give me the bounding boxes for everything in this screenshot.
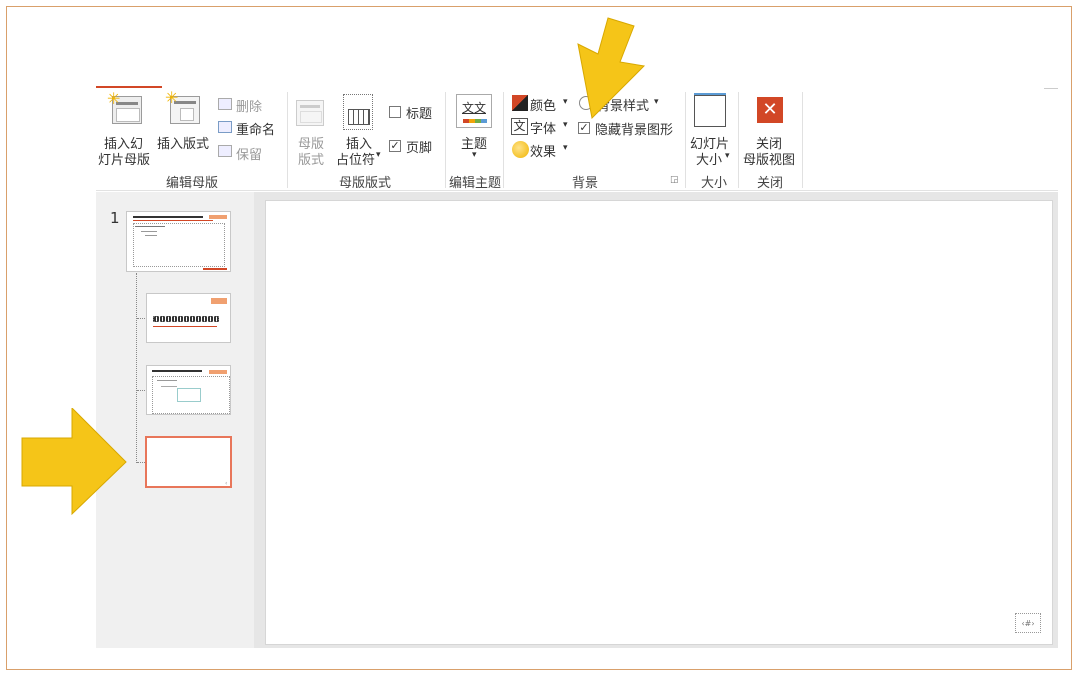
insert-placeholder-dropdown-icon: ▾ — [376, 150, 381, 160]
theme-icon-text: 文文 — [461, 101, 486, 115]
slide-size-dropdown-icon: ▾ — [725, 151, 730, 161]
preserve-label: 保留 — [236, 148, 263, 163]
insert-slide-master-label-2: 灯片母版 — [98, 153, 151, 168]
group-label-close: 关闭 — [756, 176, 783, 191]
master-layout-label-2: 版式 — [298, 153, 325, 168]
arrow-down-annotation — [577, 17, 646, 120]
ribbon-collapse-line — [1044, 88, 1058, 89]
effects-icon — [512, 141, 529, 158]
layout-thumbnail-1[interactable] — [146, 293, 231, 343]
layout-thumbnail-3-selected[interactable]: ‹ — [145, 436, 232, 488]
insert-layout-icon: ✳ — [165, 88, 200, 124]
fonts-icon: 文 — [511, 118, 528, 135]
group-label-master-layout: 母版版式 — [338, 176, 391, 191]
rename-icon — [218, 121, 232, 133]
delete-label: 删除 — [236, 100, 263, 115]
slide-master-thumbnail[interactable] — [126, 211, 231, 272]
active-tab-indicator — [96, 86, 162, 88]
footer-checkbox-box[interactable]: ✓ — [389, 140, 401, 152]
group-separator — [445, 92, 446, 188]
insert-placeholder-label-2: 占位符 — [336, 153, 376, 168]
slide-size-icon — [694, 93, 726, 127]
insert-slide-master-icon: ✳ — [107, 89, 142, 124]
title-checkbox-label: 标题 — [406, 107, 433, 122]
arrow-right-annotation — [21, 408, 127, 516]
tree-connector — [137, 318, 145, 319]
rename-label: 重命名 — [236, 123, 276, 138]
group-separator — [503, 92, 504, 188]
theme-icon: 文文 — [456, 94, 492, 128]
thumbnail-tree-line — [136, 273, 137, 463]
slide-number: 1 — [110, 209, 120, 227]
insert-placeholder-icon — [343, 94, 373, 130]
group-label-background: 背景 — [571, 176, 598, 191]
group-label-size: 大小 — [700, 176, 727, 191]
group-label-edit-theme: 编辑主题 — [448, 176, 501, 191]
group-separator — [802, 92, 803, 188]
delete-icon — [218, 98, 232, 110]
slide-number-placeholder[interactable]: ‹#› — [1015, 613, 1041, 633]
background-dialog-launcher-icon[interactable]: ◲ — [670, 175, 679, 185]
title-checkbox-box[interactable] — [389, 106, 401, 118]
preserve-icon — [218, 145, 232, 157]
group-separator — [287, 92, 288, 188]
tree-connector — [137, 462, 145, 463]
tree-connector — [137, 390, 145, 391]
close-icon: ✕ — [757, 97, 783, 123]
group-separator — [738, 92, 739, 188]
insert-layout-label: 插入版式 — [157, 137, 210, 152]
effects-label: 效果 — [530, 145, 557, 160]
group-separator — [685, 92, 686, 188]
master-layout-icon — [296, 100, 324, 126]
slide-size-label-2: 大小 — [696, 153, 723, 168]
main-slide-canvas[interactable]: ‹#› — [265, 200, 1053, 645]
layout-thumbnail-2[interactable] — [146, 365, 231, 415]
group-label-edit-master: 编辑母版 — [165, 176, 218, 191]
theme-dropdown-icon: ▾ — [472, 150, 477, 160]
close-master-view-label-2: 母版视图 — [743, 153, 796, 168]
footer-checkbox-label: 页脚 — [406, 141, 433, 156]
effects-dropdown-icon: ▾ — [563, 143, 568, 153]
colors-icon — [512, 95, 528, 111]
